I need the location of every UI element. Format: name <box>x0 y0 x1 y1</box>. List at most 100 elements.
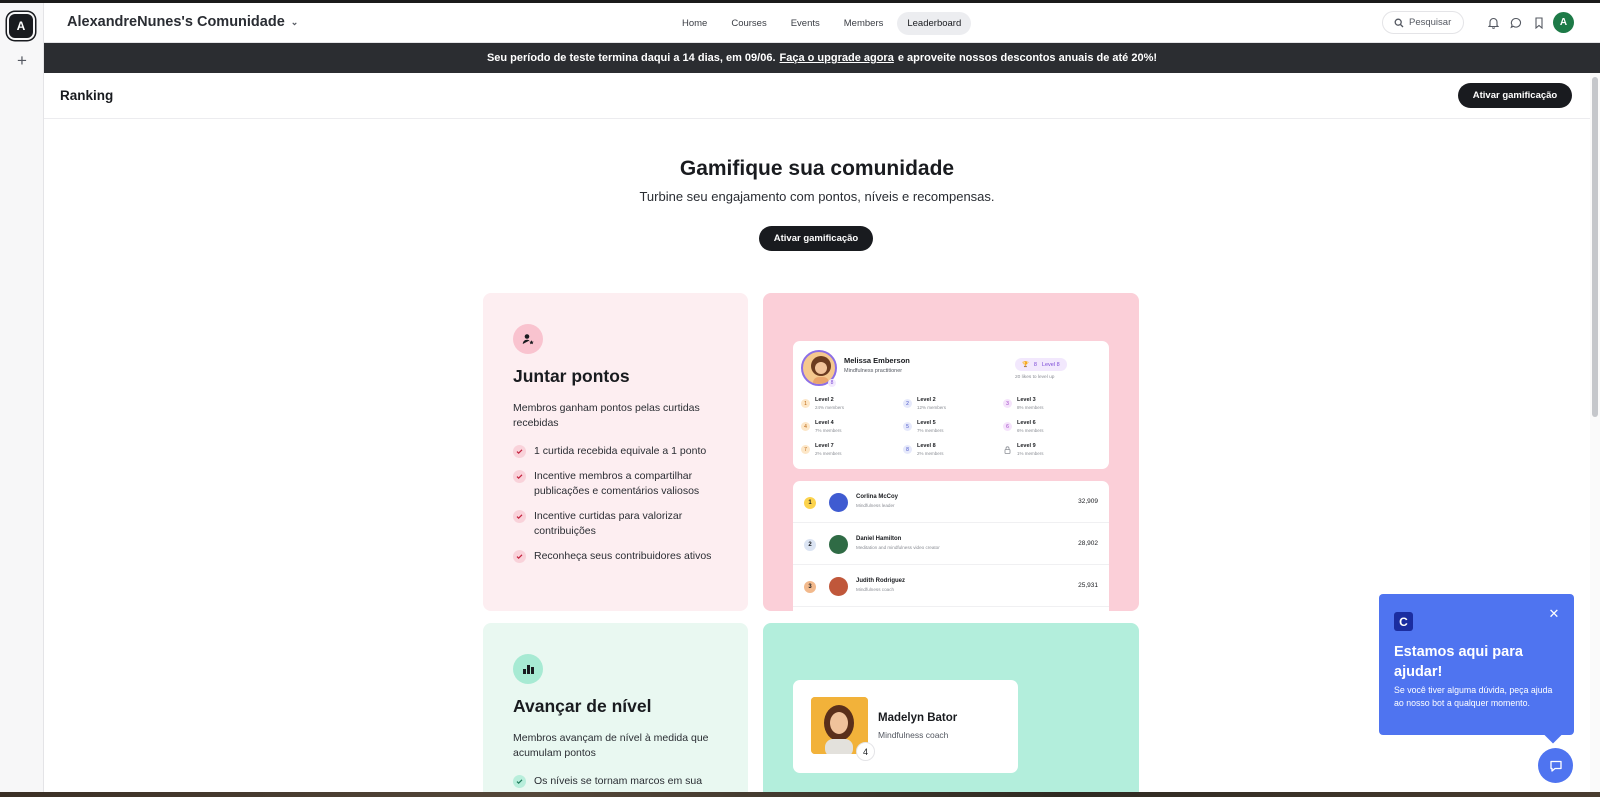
avatar <box>829 493 848 512</box>
feature-bullet: Reconheça seus contribuidores ativos <box>513 549 728 564</box>
level-members: 2% members <box>917 451 944 456</box>
help-body: Se você tiver alguma dúvida, peça ajuda … <box>1394 685 1553 708</box>
feature-title: Juntar pontos <box>513 366 630 386</box>
level-label: Level 2 <box>815 397 834 403</box>
bar-chart-icon <box>513 654 543 684</box>
nav-home[interactable]: Home <box>672 12 717 35</box>
check-icon <box>513 775 526 788</box>
workspace-switcher[interactable]: A <box>9 14 33 38</box>
close-icon[interactable]: ✕ <box>1546 606 1562 622</box>
level-badge: 8 <box>828 379 836 387</box>
chat-launcher-button[interactable] <box>1538 748 1573 783</box>
feature-bullet: 1 curtida recebida equivale a 1 ponto <box>513 444 728 459</box>
feature-bullet-text: Os níveis se tornam marcos em sua <box>534 775 703 787</box>
trophy-icon: 🏆 <box>1022 361 1029 368</box>
level-item: 8 Level 8 2% members <box>903 443 983 461</box>
level-number-badge: 8 <box>903 445 912 454</box>
activate-gamification-button[interactable]: Ativar gamificação <box>759 226 873 251</box>
feature-card-levels: Avançar de nível Membros avançam de níve… <box>483 623 748 797</box>
user-avatar[interactable]: A <box>1553 12 1574 33</box>
level-number-badge: 4 <box>801 422 810 431</box>
chat-bubble-icon[interactable] <box>1508 15 1524 31</box>
feature-bullet: Incentive membros a compartilhar publica… <box>513 469 728 499</box>
chevron-down-icon: ⌄ <box>290 16 299 27</box>
to-level-text: 20 likes to level up <box>1015 375 1055 380</box>
bookmark-icon[interactable] <box>1531 15 1547 31</box>
nav-leaderboard[interactable]: Leaderboard <box>897 12 972 35</box>
level-label: Level 9 <box>1017 443 1036 449</box>
nav-courses[interactable]: Courses <box>721 12 776 35</box>
leaderboard-row: 2 Daniel Hamilton Meditation and mindfulne… <box>793 523 1109 565</box>
bell-icon[interactable] <box>1485 15 1501 31</box>
chat-bubble-icon <box>1549 760 1562 772</box>
search-button[interactable]: Pesquisar <box>1382 11 1464 34</box>
lock-icon <box>1003 445 1012 454</box>
app-main: AlexandreNunes's Comunidade ⌄ Home Cours… <box>44 3 1600 797</box>
points-illustration: 8 Melissa Emberson Mindfulness practitio… <box>763 293 1139 611</box>
trial-text-after: e aproveite nossos descontos anuais de a… <box>897 52 1158 64</box>
leaderboard-mock-card: 1 Corlina McCoy Mindfulness leader 32,909 2 D… <box>793 481 1109 611</box>
level-members: 2% members <box>815 451 842 456</box>
level-label: Level 8 <box>917 443 936 449</box>
pill-points: 8 <box>1033 361 1037 368</box>
level-item: 2 Level 2 12% members <box>903 397 983 415</box>
check-icon <box>513 445 526 458</box>
main-nav: Home Courses Events Members Leaderboard <box>672 12 972 35</box>
feature-description: Membros avançam de nível à medida que ac… <box>513 732 709 759</box>
feature-bullet-text: 1 curtida recebida equivale a 1 ponto <box>534 445 707 457</box>
level-item: 4 Level 4 7% members <box>801 420 881 438</box>
level-item: 1 Level 2 24% members <box>801 397 881 415</box>
member-role: Meditation and mindfulness video creator <box>856 545 940 550</box>
brand-logo-icon: C <box>1394 612 1413 631</box>
feature-card-points: Juntar pontos Membros ganham pontos pela… <box>483 293 748 611</box>
level-members: 24% members <box>815 405 845 410</box>
check-icon <box>513 550 526 563</box>
hero-title: Gamifique sua comunidade <box>679 157 955 180</box>
level-label: Level 7 <box>815 443 834 449</box>
level-members: 12% members <box>917 405 947 410</box>
feature-title: Avançar de nível <box>513 696 652 716</box>
activate-gamification-button-top[interactable]: Ativar gamificação <box>1458 83 1572 108</box>
scrollbar-thumb[interactable] <box>1592 77 1598 417</box>
upgrade-link[interactable]: Faça o upgrade agora <box>780 52 894 64</box>
page-title: Ranking <box>60 88 114 103</box>
level-label: Level 5 <box>917 420 936 426</box>
level-item: 5 Level 5 7% members <box>903 420 983 438</box>
pill-level: Level 8 <box>1041 361 1060 368</box>
member-points: 32,909 <box>1078 498 1098 505</box>
trial-text: Seu período de teste termina daqui a 14 … <box>486 52 776 64</box>
rank-badge: 3 <box>804 581 816 593</box>
level-badge: 4 <box>856 742 875 761</box>
trial-banner: Seu período de teste termina daqui a 14 … <box>44 43 1600 73</box>
level-members: 7% members <box>815 428 842 433</box>
level-item: 3 Level 3 8% members <box>1003 397 1083 415</box>
level-number-badge: 6 <box>1003 422 1012 431</box>
levels-illustration: 4 Madelyn Bator Mindfulness coach <box>763 623 1139 797</box>
community-switcher[interactable]: AlexandreNunes's Comunidade ⌄ <box>67 14 298 30</box>
feature-bullet: Incentive curtidas para valorizar contri… <box>513 509 728 539</box>
level-members: 6% members <box>1017 428 1044 433</box>
level-number-badge: 7 <box>801 445 810 454</box>
add-workspace-button[interactable]: + <box>12 51 32 71</box>
feature-bullet: Os níveis se tornam marcos em sua <box>513 774 728 789</box>
level-label: Level 2 <box>917 397 936 403</box>
level-label: Level 6 <box>1017 420 1036 426</box>
rank-badge: 1 <box>804 497 816 509</box>
help-popover: C ✕ Estamos aqui para ajudar! Se você ti… <box>1379 594 1574 735</box>
help-title: Estamos aqui para ajudar! <box>1394 644 1523 680</box>
member-points: 25,931 <box>1078 582 1098 589</box>
nav-members[interactable]: Members <box>834 12 894 35</box>
feature-bullet-text: Incentive curtidas para valorizar contri… <box>534 510 683 537</box>
level-item: 7 Level 7 2% members <box>801 443 881 461</box>
avatar <box>829 535 848 554</box>
level-label: Level 4 <box>815 420 834 426</box>
member-points: 28,902 <box>1078 540 1098 547</box>
nav-events[interactable]: Events <box>781 12 830 35</box>
feature-description: Membros ganham pontos pelas curtidas rec… <box>513 402 700 429</box>
member-name: Madelyn Bator <box>878 712 958 724</box>
avatar <box>829 577 848 596</box>
level-number-badge: 1 <box>801 399 810 408</box>
level-pill: 🏆 8 Level 8 <box>1015 358 1067 371</box>
rank-badge: 2 <box>804 539 816 551</box>
search-label: Pesquisar <box>1409 17 1452 28</box>
